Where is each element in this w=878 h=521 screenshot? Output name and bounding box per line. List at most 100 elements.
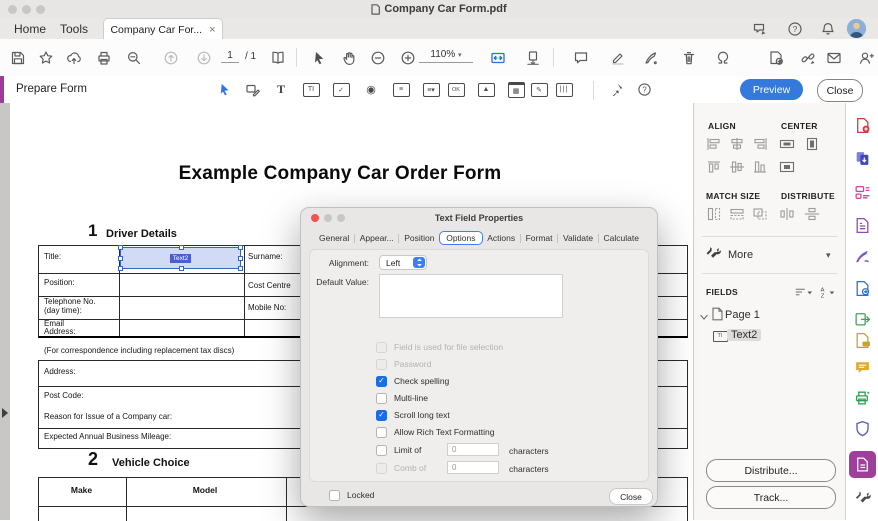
- edit-field-icon[interactable]: [244, 81, 262, 98]
- combine-files-icon[interactable]: [854, 150, 871, 167]
- match-both-icon[interactable]: [751, 206, 769, 222]
- add-account-icon[interactable]: [857, 49, 874, 66]
- fill-sign-icon[interactable]: [642, 49, 659, 66]
- tab-options[interactable]: Options: [439, 231, 482, 245]
- edit-forms-icon[interactable]: [854, 184, 871, 201]
- redo-icon[interactable]: [714, 49, 731, 66]
- protect-icon[interactable]: [854, 420, 871, 437]
- barcode-field-icon[interactable]: |||: [555, 81, 573, 98]
- page-view-icon[interactable]: [269, 49, 286, 66]
- menu-tools[interactable]: Tools: [60, 22, 88, 36]
- alignment-select[interactable]: Left: [379, 255, 427, 270]
- share-upload-icon[interactable]: [65, 49, 82, 66]
- star-favorites-icon[interactable]: [37, 49, 54, 66]
- export-pdf-icon[interactable]: [767, 49, 784, 66]
- list-box-field-icon[interactable]: ≡: [392, 81, 410, 98]
- dialog-close-action-button[interactable]: Close: [609, 488, 653, 505]
- create-pdf-icon[interactable]: [854, 117, 871, 134]
- notifications-bell-icon[interactable]: [818, 20, 838, 37]
- more-tools-rail-icon[interactable]: [854, 489, 871, 506]
- edit-pdf-icon[interactable]: [854, 217, 871, 234]
- fill-sign-rail-icon[interactable]: [854, 248, 871, 265]
- default-value-textarea[interactable]: [379, 274, 563, 318]
- print-icon[interactable]: [95, 49, 112, 66]
- distribute-button[interactable]: Distribute...: [706, 459, 836, 482]
- tab-format[interactable]: Format: [522, 231, 557, 245]
- align-bottom-icon[interactable]: [751, 159, 769, 175]
- match-width-icon[interactable]: [728, 206, 746, 222]
- text-area-field-icon[interactable]: TI: [302, 81, 320, 98]
- distribute-vertically-icon[interactable]: [803, 206, 821, 222]
- previous-page-icon[interactable]: [162, 49, 179, 66]
- trash-icon[interactable]: [680, 49, 697, 66]
- checkbox-field-icon[interactable]: ✓: [332, 81, 350, 98]
- alphabetical-sort-icon[interactable]: AZ: [818, 284, 836, 300]
- center-both-icon[interactable]: [778, 159, 796, 175]
- share-link-icon[interactable]: [799, 49, 816, 66]
- checkbox-comb-of[interactable]: Comb of: [376, 462, 426, 474]
- prepare-form-rail-icon[interactable]: [854, 456, 871, 473]
- close-prepare-form-button[interactable]: Close: [817, 79, 863, 102]
- distribute-horizontally-icon[interactable]: [778, 206, 796, 222]
- dropdown-field-icon[interactable]: ≡▾: [422, 81, 440, 98]
- email-icon[interactable]: [825, 49, 842, 66]
- match-height-icon[interactable]: [705, 206, 723, 222]
- pin-icon[interactable]: [607, 81, 625, 98]
- tab-validate[interactable]: Validate: [559, 231, 597, 245]
- align-horizontal-center-icon[interactable]: [728, 136, 746, 152]
- pointer-tool-icon[interactable]: [215, 81, 233, 98]
- account-avatar[interactable]: [847, 19, 866, 38]
- preview-button[interactable]: Preview: [740, 79, 803, 100]
- checkbox-multi-line[interactable]: Multi-line: [376, 392, 428, 404]
- checkbox-file-selection[interactable]: Field is used for file selection: [376, 341, 503, 353]
- checkbox-check-spelling[interactable]: ✓ Check spelling: [376, 375, 449, 387]
- align-right-icon[interactable]: [751, 136, 769, 152]
- expand-nav-pane-icon[interactable]: [2, 408, 8, 418]
- checkbox-scroll-long-text[interactable]: ✓ Scroll long text: [376, 409, 450, 421]
- next-page-icon[interactable]: [195, 49, 212, 66]
- comment-icon[interactable]: [572, 49, 589, 66]
- tab-general[interactable]: General: [315, 231, 353, 245]
- tab-actions[interactable]: Actions: [483, 231, 519, 245]
- organize-pages-icon[interactable]: [854, 332, 871, 349]
- text2-form-field[interactable]: Text2: [120, 247, 241, 269]
- document-tab[interactable]: Company Car For... ×: [103, 18, 223, 40]
- text-field-icon[interactable]: T: [272, 81, 290, 98]
- tab-close-icon[interactable]: ×: [209, 24, 215, 36]
- checkbox-rich-text[interactable]: Allow Rich Text Formatting: [376, 426, 494, 438]
- chevron-down-icon[interactable]: ▾: [826, 250, 831, 261]
- more-label[interactable]: More: [728, 249, 753, 261]
- tab-position[interactable]: Position: [400, 231, 438, 245]
- export-pdf-rail-icon[interactable]: [854, 280, 871, 297]
- highlight-icon[interactable]: [609, 49, 626, 66]
- signature-field-icon[interactable]: ✎: [530, 81, 548, 98]
- checkbox-limit-of[interactable]: Limit of: [376, 444, 421, 456]
- page-number-input[interactable]: 1: [221, 50, 239, 63]
- image-field-icon[interactable]: ▲: [477, 81, 495, 98]
- help-icon[interactable]: ?: [635, 81, 653, 98]
- align-vertical-center-icon[interactable]: [728, 159, 746, 175]
- zoom-in-icon[interactable]: [399, 49, 416, 66]
- radio-field-icon[interactable]: ◉: [362, 81, 380, 98]
- center-vertically-icon[interactable]: [803, 136, 821, 152]
- tree-page1-label[interactable]: Page 1: [725, 309, 760, 321]
- help-icon[interactable]: ?: [785, 20, 805, 37]
- fit-width-icon[interactable]: [489, 49, 506, 66]
- align-top-icon[interactable]: [705, 159, 723, 175]
- search-icon[interactable]: [125, 49, 142, 66]
- center-horizontally-icon[interactable]: [778, 136, 796, 152]
- scroll-mode-icon[interactable]: [524, 49, 541, 66]
- align-left-icon[interactable]: [705, 136, 723, 152]
- share-feedback-icon[interactable]: [750, 20, 770, 37]
- button-field-icon[interactable]: OK: [447, 81, 465, 98]
- comment-rail-icon[interactable]: [854, 359, 871, 376]
- zoom-level-dropdown[interactable]: 110% ▾: [419, 49, 473, 63]
- print-production-icon[interactable]: [854, 389, 871, 406]
- limit-characters-input[interactable]: [447, 443, 499, 456]
- zoom-out-icon[interactable]: [369, 49, 386, 66]
- menu-home[interactable]: Home: [14, 22, 46, 36]
- hand-tool-icon[interactable]: [340, 49, 357, 66]
- select-tool-icon[interactable]: [310, 49, 327, 66]
- checkbox-password[interactable]: Password: [376, 358, 431, 370]
- tab-appearance[interactable]: Appear...: [356, 231, 398, 245]
